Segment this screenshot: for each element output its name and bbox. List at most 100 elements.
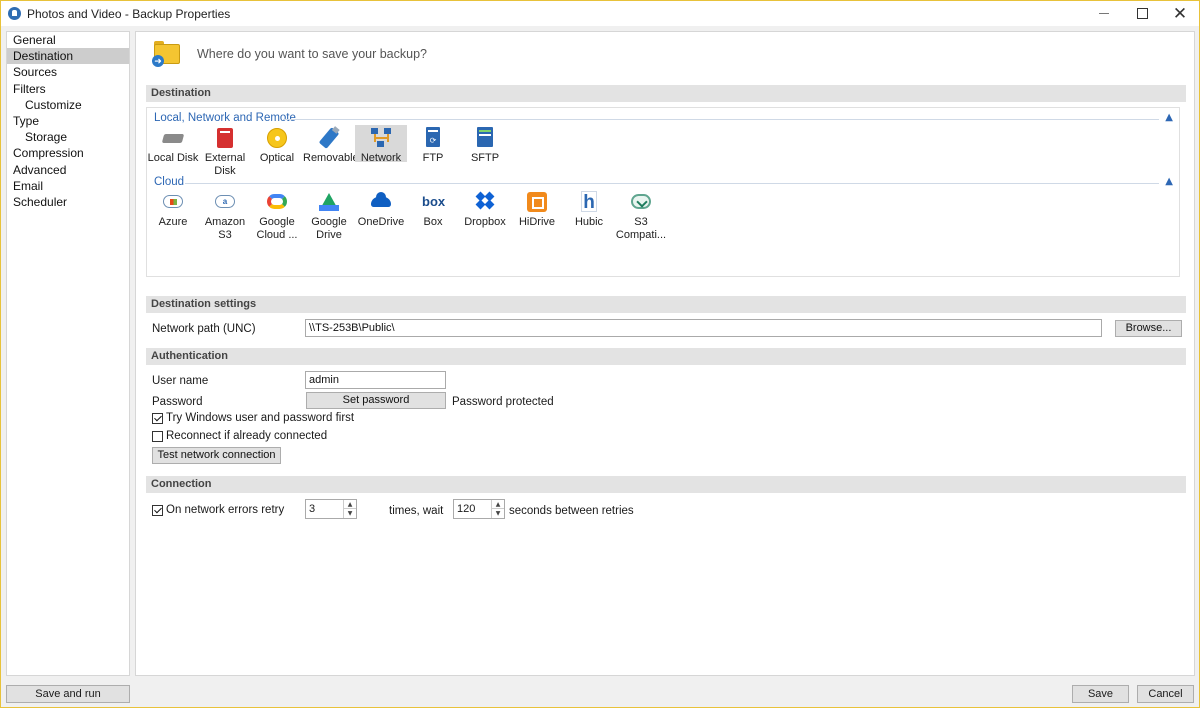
google-cloud-icon [267,194,287,209]
sidebar-item-customize[interactable]: Customize [7,97,129,113]
hubic-icon: h [581,191,597,213]
destination-hidrive[interactable]: HiDrive [511,189,563,239]
local-group-divider [283,119,1159,120]
sidebar-item-sources[interactable]: Sources [7,64,129,80]
tile-label: Box [423,216,443,228]
sidebar-item-compression[interactable]: Compression [7,145,129,161]
sidebar-item-email[interactable]: Email [7,178,129,194]
times-wait-label: times, wait [389,505,444,517]
destination-removable[interactable]: Removable [303,125,359,175]
increment-icon[interactable]: ▲ [492,500,504,509]
network-icon [371,128,391,148]
collapse-cloud-icon[interactable]: ▲ [1165,176,1173,187]
destination-dropbox[interactable]: Dropbox [459,189,511,239]
destination-network[interactable]: Network [355,125,407,164]
wait-seconds-stepper[interactable]: 120 ▲ ▼ [453,499,505,519]
azure-icon [163,195,183,208]
password-status: Password protected [452,396,554,408]
destination-hubic[interactable]: h Hubic [563,189,615,239]
seconds-between-retries-label: seconds between retries [509,505,634,517]
reconnect-label: Reconnect if already connected [166,430,328,442]
authentication-header: Authentication [146,348,1186,365]
destination-ftp[interactable]: ⟳ FTP [407,125,459,175]
checkbox-unchecked-icon [152,430,163,442]
sidebar-item-advanced[interactable]: Advanced [7,162,129,178]
collapse-local-icon[interactable]: ▲ [1165,112,1173,123]
sidebar-item-type[interactable]: Type [7,113,129,129]
retry-label: On network errors retry [166,504,285,516]
password-label: Password [152,396,203,408]
close-icon[interactable]: ✕ [1161,1,1199,26]
wait-seconds-value: 120 [457,503,476,515]
tile-label: External Disk [204,152,246,177]
user-name-input[interactable]: admin [305,371,446,389]
destination-google-cloud[interactable]: Google Cloud ... [251,189,303,241]
destination-settings-header: Destination settings [146,296,1186,313]
folder-destination-icon: ➜ [152,41,180,67]
destination-section-header: Destination [146,85,1186,102]
destination-sftp[interactable]: SFTP [459,125,511,175]
destination-optical[interactable]: Optical [251,125,303,175]
external-disk-icon [217,128,233,148]
retry-count-stepper[interactable]: 3 ▲ ▼ [305,499,357,519]
main-panel: ➜ Where do you want to save your backup?… [135,31,1195,676]
decrement-icon[interactable]: ▼ [344,509,356,518]
app-icon [8,7,21,20]
destination-onedrive[interactable]: OneDrive [355,189,407,239]
destination-box[interactable]: box Box [407,189,459,239]
network-path-input[interactable]: \\TS-253B\Public\ [305,319,1102,337]
destination-google-drive[interactable]: Google Drive [303,189,355,241]
minimize-icon[interactable] [1085,1,1123,26]
local-group-title: Local, Network and Remote [154,112,296,124]
tile-label: S3 Compati... [615,216,667,241]
save-and-run-button[interactable]: Save and run [6,685,130,703]
hidrive-icon [527,192,547,212]
ftp-icon: ⟳ [426,127,440,147]
box-icon: box [422,194,446,209]
title-bar: Photos and Video - Backup Properties ✕ [1,1,1199,26]
save-button[interactable]: Save [1072,685,1129,703]
test-network-connection-button[interactable]: Test network connection [152,447,281,464]
destination-azure[interactable]: Azure [147,189,199,239]
reconnect-checkbox[interactable]: Reconnect if already connected [152,430,327,442]
tile-label: Google Cloud ... [256,216,298,241]
try-windows-checkbox[interactable]: Try Windows user and password first [152,412,354,424]
sidebar-item-storage[interactable]: Storage [7,129,129,145]
tile-label: Local Disk [147,152,199,164]
checkbox-checked-icon [152,412,163,424]
increment-icon[interactable]: ▲ [344,500,356,509]
sidebar-item-general[interactable]: General [7,32,129,48]
onedrive-icon [371,192,391,207]
decrement-icon[interactable]: ▼ [492,509,504,518]
sidebar-item-filters[interactable]: Filters [7,81,129,97]
sftp-icon [477,127,493,147]
tile-label: SFTP [470,152,500,164]
usb-drive-icon [318,127,340,149]
destination-s3-compatible[interactable]: S3 Compati... [615,189,667,241]
optical-disc-icon [267,128,287,148]
tile-label: Optical [259,152,295,164]
backup-properties-window: Photos and Video - Backup Properties ✕ G… [0,0,1200,708]
browse-button[interactable]: Browse... [1115,320,1182,337]
sidebar-item-destination[interactable]: Destination [7,48,129,65]
connection-header: Connection [146,476,1186,493]
destination-picker: Local, Network and Remote ▲ Local Disk E… [146,107,1180,277]
destination-external-disk[interactable]: External Disk [199,125,251,177]
cancel-button[interactable]: Cancel [1137,685,1194,703]
tile-label: Google Drive [311,216,347,241]
destination-local-disk[interactable]: Local Disk [147,125,199,175]
user-name-label: User name [152,375,209,387]
tile-label: Dropbox [464,216,506,228]
tile-label: Amazon S3 [204,216,246,241]
network-path-label: Network path (UNC) [152,323,256,335]
set-password-button[interactable]: Set password [306,392,446,409]
maximize-icon[interactable] [1123,1,1161,26]
destination-amazon-s3[interactable]: a Amazon S3 [199,189,251,241]
tile-label: Azure [158,216,188,228]
checkbox-checked-icon [152,504,163,516]
sidebar-item-scheduler[interactable]: Scheduler [7,194,129,210]
retry-count-value: 3 [309,503,316,515]
window-title: Photos and Video - Backup Properties [27,6,231,21]
sidebar: General Destination Sources Filters Cust… [6,31,130,676]
retry-checkbox[interactable]: On network errors retry [152,504,284,516]
